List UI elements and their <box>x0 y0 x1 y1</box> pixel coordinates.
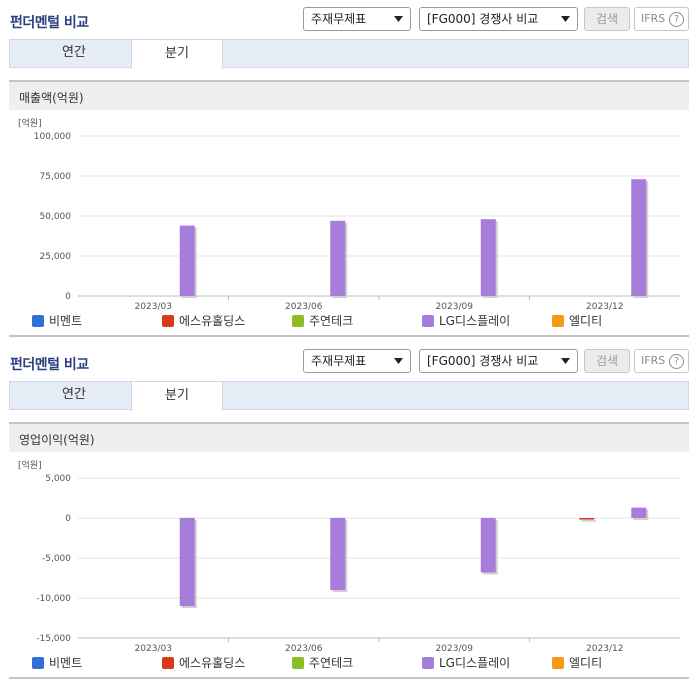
bar[interactable] <box>330 220 346 296</box>
legend-label: LG디스플레이 <box>439 656 511 670</box>
chart-legend: 비멘트 에스유홀딩스 주연테크 LG디스플레이 엘디티 <box>0 655 696 673</box>
x-tick-label: 2023/03 <box>135 302 172 312</box>
bar-shadow <box>581 520 597 522</box>
y-tick-label: -10,000 <box>36 594 71 604</box>
legend-label: 에스유홀딩스 <box>179 656 246 670</box>
bar[interactable] <box>179 225 195 296</box>
y-unit-label: [억원] <box>18 459 42 471</box>
sales-bar-chart: [억원] 100,000 75,000 50,000 25,000 0 2023/03 202… <box>18 117 680 312</box>
y-tick-label: 5,000 <box>45 474 71 484</box>
y-tick-label: 0 <box>65 292 71 302</box>
y-tick-label: 0 <box>65 514 71 524</box>
legend-swatch <box>292 657 304 669</box>
legend-label: 비멘트 <box>49 656 83 670</box>
y-tick-label: 75,000 <box>40 172 72 182</box>
y-tick-label: 100,000 <box>34 132 71 142</box>
fundamental-panel-sales: 펀더멘털 비교 주재무제표 [FG000] 경쟁사 비교 검색 IFRS ? 연… <box>0 0 696 342</box>
y-tick-label: 25,000 <box>40 252 72 262</box>
bar[interactable] <box>480 518 496 573</box>
divider <box>9 677 689 679</box>
bar[interactable] <box>480 219 496 296</box>
y-tick-label: 50,000 <box>40 212 72 222</box>
legend-swatch <box>162 315 174 327</box>
legend-label: LG디스플레이 <box>439 314 511 328</box>
x-tick-label: 2023/06 <box>285 302 323 312</box>
chart-legend: 비멘트 에스유홀딩스 주연테크 LG디스플레이 엘디티 <box>0 313 696 331</box>
legend-swatch <box>32 315 44 327</box>
x-tick-label: 2023/06 <box>285 644 323 654</box>
legend-swatch <box>292 315 304 327</box>
legend-swatch <box>422 657 434 669</box>
legend-label: 비멘트 <box>49 314 83 328</box>
y-tick-label: -15,000 <box>36 634 71 644</box>
legend-swatch <box>422 315 434 327</box>
legend-swatch <box>32 657 44 669</box>
x-tick-label: 2023/03 <box>135 644 172 654</box>
bar[interactable] <box>179 518 195 606</box>
legend-label: 엘디티 <box>569 656 603 670</box>
legend-swatch <box>162 657 174 669</box>
bar[interactable] <box>579 518 595 520</box>
fundamental-panel-operating-income: 펀더멘털 비교 주재무제표 [FG000] 경쟁사 비교 검색 IFRS ? 연… <box>0 342 696 684</box>
divider <box>9 335 689 337</box>
x-tick-label: 2023/12 <box>586 644 623 654</box>
legend-label: 엘디티 <box>569 314 603 328</box>
y-unit-label: [억원] <box>18 117 42 129</box>
y-tick-label: -5,000 <box>42 554 71 564</box>
bar[interactable] <box>631 179 647 296</box>
legend-swatch <box>552 315 564 327</box>
x-tick-label: 2023/09 <box>436 644 474 654</box>
bar[interactable] <box>631 507 647 518</box>
legend-label: 주연테크 <box>309 314 354 328</box>
x-tick-label: 2023/12 <box>586 302 623 312</box>
x-tick-label: 2023/09 <box>436 302 474 312</box>
legend-label: 주연테크 <box>309 656 354 670</box>
operating-income-bar-chart: [억원]5,000 0 -5,000 -10,000 -15,000 2023/03 202… <box>18 459 680 654</box>
legend-label: 에스유홀딩스 <box>179 314 246 328</box>
bar[interactable] <box>330 518 346 590</box>
legend-swatch <box>552 657 564 669</box>
